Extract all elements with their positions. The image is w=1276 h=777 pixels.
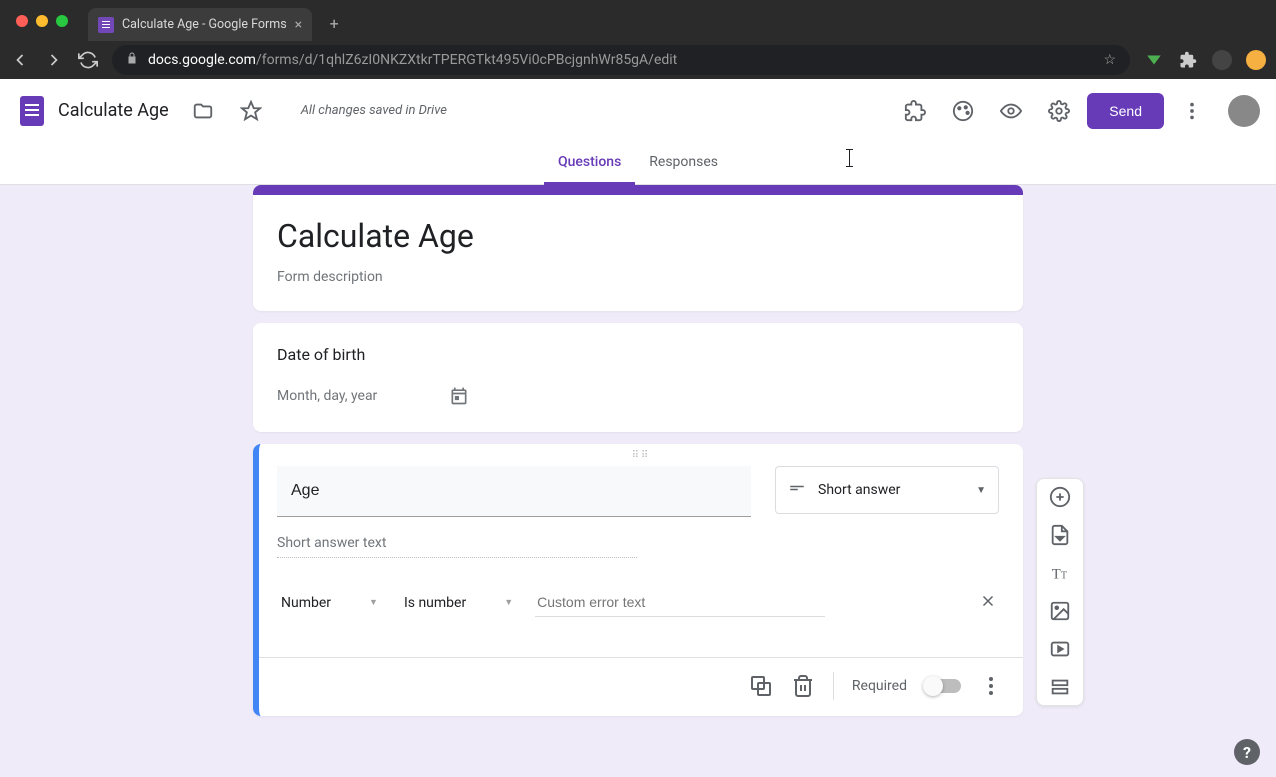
validation-row: Number ▼ Is number ▼ <box>277 588 999 617</box>
question-more-icon[interactable] <box>979 674 1003 698</box>
date-placeholder: Month, day, year <box>277 388 377 404</box>
svg-text:T: T <box>1061 571 1067 582</box>
maximize-window-icon[interactable] <box>56 15 68 27</box>
forms-favicon-icon <box>98 17 114 33</box>
text-cursor-icon <box>849 149 850 167</box>
url-domain: docs.google.com <box>148 52 256 68</box>
lock-icon <box>126 51 138 69</box>
tab-title: Calculate Age - Google Forms <box>122 17 287 32</box>
validation-error-input[interactable] <box>535 588 825 617</box>
short-answer-icon <box>788 479 806 501</box>
floating-toolbar: TT <box>1036 478 1084 706</box>
palette-icon[interactable] <box>943 91 983 131</box>
add-section-icon[interactable] <box>1048 675 1072 699</box>
validation-type-select[interactable]: Number ▼ <box>277 589 382 617</box>
validation-rule-select[interactable]: Is number ▼ <box>400 589 517 617</box>
extension-icon[interactable] <box>1144 50 1164 70</box>
add-question-icon[interactable] <box>1048 485 1072 509</box>
send-button[interactable]: Send <box>1087 93 1164 129</box>
star-icon[interactable] <box>231 91 271 131</box>
address-bar[interactable]: docs.google.com/forms/d/1qhlZ6zI0NKZXtkr… <box>112 45 1130 75</box>
browser-profile-icon[interactable] <box>1212 50 1232 70</box>
accent-bar <box>253 185 1023 195</box>
minimize-window-icon[interactable] <box>36 15 48 27</box>
separator <box>833 672 834 700</box>
required-label: Required <box>852 678 907 694</box>
preview-icon[interactable] <box>991 91 1031 131</box>
calendar-icon <box>449 386 469 406</box>
extensions-puzzle-icon[interactable] <box>1178 50 1198 70</box>
new-tab-button[interactable]: + <box>320 10 348 38</box>
question-footer: Required <box>259 657 1023 700</box>
question-title: Date of birth <box>277 345 999 364</box>
duplicate-icon[interactable] <box>749 674 773 698</box>
form-description[interactable]: Form description <box>277 269 999 285</box>
browser-tab[interactable]: Calculate Age - Google Forms × <box>88 8 312 41</box>
short-answer-placeholder: Short answer text <box>277 535 637 558</box>
question-card-age[interactable]: ⠿⠿ Short answer ▼ Short answer text Numb… <box>253 444 1023 716</box>
close-window-icon[interactable] <box>16 15 28 27</box>
question-type-select[interactable]: Short answer ▼ <box>775 466 999 514</box>
tab-questions[interactable]: Questions <box>544 143 635 185</box>
browser-chrome: Calculate Age - Google Forms × + docs.go… <box>0 0 1276 79</box>
add-image-icon[interactable] <box>1048 599 1072 623</box>
add-title-icon[interactable]: TT <box>1048 561 1072 585</box>
forms-header: Calculate Age All changes saved in Drive… <box>0 79 1276 143</box>
dropdown-arrow-icon: ▼ <box>504 597 513 608</box>
form-canvas: Calculate Age Form description Date of b… <box>0 185 1276 777</box>
tab-close-icon[interactable]: × <box>295 17 302 33</box>
more-menu-icon[interactable] <box>1172 91 1212 131</box>
addons-icon[interactable] <box>895 91 935 131</box>
tabs-row: Questions Responses <box>0 143 1276 185</box>
question-card-dob[interactable]: Date of birth Month, day, year <box>253 323 1023 432</box>
profile-avatar[interactable] <box>1228 95 1260 127</box>
dropdown-arrow-icon: ▼ <box>369 597 378 608</box>
browser-account-icon[interactable] <box>1246 50 1266 70</box>
move-folder-icon[interactable] <box>183 91 223 131</box>
drag-handle-icon[interactable]: ⠿⠿ <box>632 450 651 461</box>
form-name[interactable]: Calculate Age <box>58 100 169 121</box>
question-title-input[interactable] <box>277 466 751 517</box>
window-controls <box>16 15 68 27</box>
form-header-card[interactable]: Calculate Age Form description <box>253 195 1023 311</box>
svg-text:T: T <box>1052 567 1061 583</box>
dropdown-arrow-icon: ▼ <box>976 485 986 496</box>
required-toggle[interactable] <box>925 679 961 693</box>
tab-responses[interactable]: Responses <box>635 143 732 185</box>
url-path: /forms/d/1qhlZ6zI0NKZXtkrTPERGTkt495Vi0c… <box>256 52 677 68</box>
delete-icon[interactable] <box>791 674 815 698</box>
remove-validation-icon[interactable] <box>979 592 999 614</box>
form-title[interactable]: Calculate Age <box>277 217 999 255</box>
add-video-icon[interactable] <box>1048 637 1072 661</box>
import-questions-icon[interactable] <box>1048 523 1072 547</box>
forms-logo-icon[interactable] <box>20 96 44 126</box>
forward-button[interactable] <box>44 50 64 70</box>
reload-button[interactable] <box>78 50 98 70</box>
bookmark-star-icon[interactable]: ☆ <box>1103 52 1116 68</box>
question-type-label: Short answer <box>818 482 900 498</box>
help-button[interactable]: ? <box>1234 739 1260 765</box>
save-status: All changes saved in Drive <box>301 103 447 118</box>
back-button[interactable] <box>10 50 30 70</box>
settings-gear-icon[interactable] <box>1039 91 1079 131</box>
